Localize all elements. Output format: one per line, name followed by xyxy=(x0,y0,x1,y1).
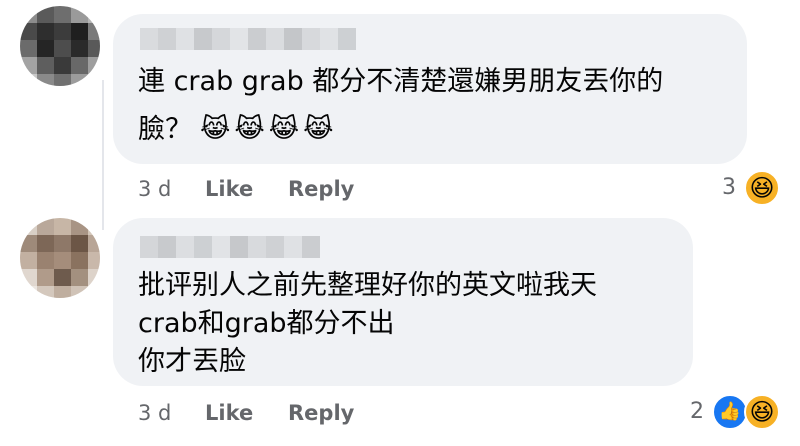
author-name-blurred[interactable] xyxy=(140,28,356,50)
cat-laugh-icon: 😹 xyxy=(303,114,334,144)
like-reaction-icon[interactable]: 👍 xyxy=(712,394,748,430)
comment-text-line: 臉？ xyxy=(138,114,192,145)
thread-line xyxy=(102,80,104,230)
reaction-count[interactable]: 2 xyxy=(680,398,704,426)
comment-timestamp[interactable]: 3 d xyxy=(138,175,171,203)
emoji-row: 😹 😹 😹 😹 xyxy=(200,113,334,145)
reaction-count[interactable]: 3 xyxy=(712,174,736,202)
cat-laugh-icon: 😹 xyxy=(234,114,265,144)
haha-reaction-icon[interactable]: 😆 xyxy=(744,170,780,206)
like-button[interactable]: Like xyxy=(205,175,253,203)
avatar[interactable] xyxy=(20,6,100,86)
comment-text-line: 批评别人之前先整理好你的英文啦我天 xyxy=(138,270,597,301)
comment-text-line: 連 crab grab 都分不清楚還嫌男朋友丟你的 xyxy=(138,66,664,97)
comment-timestamp[interactable]: 3 d xyxy=(138,399,171,427)
avatar[interactable] xyxy=(20,218,100,298)
like-button[interactable]: Like xyxy=(205,399,253,427)
reply-button[interactable]: Reply xyxy=(288,175,354,203)
comment-text-line: 你才丟脸 xyxy=(138,346,246,377)
haha-reaction-icon[interactable]: 😆 xyxy=(744,394,780,430)
reply-button[interactable]: Reply xyxy=(288,399,354,427)
author-name-blurred[interactable] xyxy=(140,236,320,258)
cat-laugh-icon: 😹 xyxy=(200,114,231,144)
comment-text-line: crab和grab都分不出 xyxy=(138,308,395,339)
cat-laugh-icon: 😹 xyxy=(268,114,300,144)
